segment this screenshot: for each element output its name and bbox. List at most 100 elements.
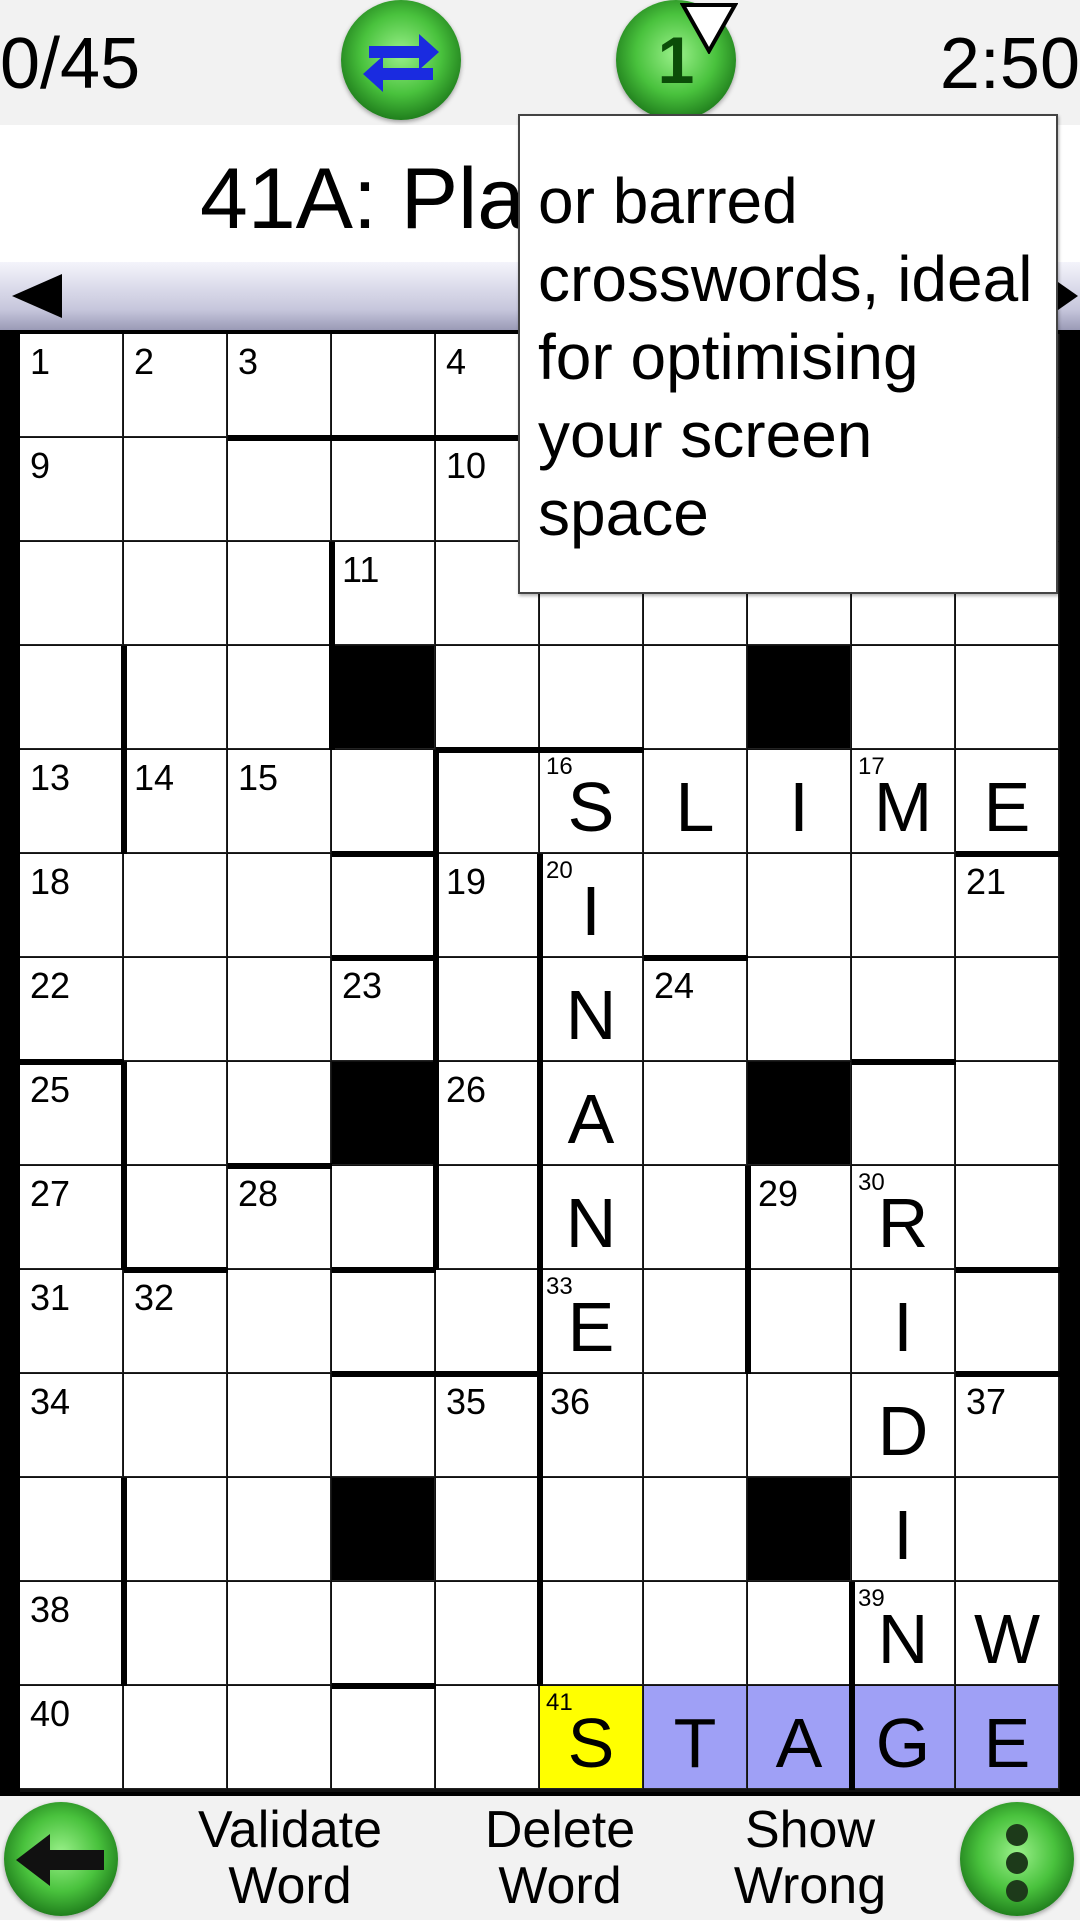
grid-cell[interactable] — [124, 958, 227, 1061]
grid-cell[interactable]: 15 — [228, 750, 331, 853]
grid-cell[interactable]: 9 — [20, 438, 123, 541]
grid-cell[interactable] — [228, 1478, 331, 1581]
show-wrong-button[interactable]: Show Wrong — [705, 1802, 915, 1914]
grid-cell[interactable] — [644, 1270, 747, 1373]
grid-cell[interactable] — [228, 1686, 331, 1789]
grid-cell[interactable] — [644, 1582, 747, 1685]
grid-cell[interactable] — [956, 646, 1059, 749]
grid-cell[interactable]: 38 — [20, 1582, 123, 1685]
grid-cell[interactable] — [748, 854, 851, 957]
grid-cell[interactable]: 25 — [20, 1062, 123, 1165]
grid-cell[interactable] — [540, 1582, 643, 1685]
grid-cell[interactable] — [540, 1478, 643, 1581]
grid-cell[interactable] — [124, 1374, 227, 1477]
grid-cell[interactable]: I — [852, 1270, 955, 1373]
grid-cell[interactable]: A — [540, 1062, 643, 1165]
grid-cell[interactable]: I — [852, 1478, 955, 1581]
grid-cell[interactable] — [644, 646, 747, 749]
grid-cell[interactable] — [644, 1478, 747, 1581]
grid-cell[interactable] — [332, 750, 435, 853]
grid-cell[interactable]: 35 — [436, 1374, 539, 1477]
grid-cell[interactable] — [644, 854, 747, 957]
grid-cell[interactable]: W — [956, 1582, 1059, 1685]
delete-word-button[interactable]: Delete Word — [460, 1802, 660, 1914]
grid-cell[interactable]: D — [852, 1374, 955, 1477]
grid-cell[interactable]: 33 E — [540, 1270, 643, 1373]
grid-cell[interactable]: L — [644, 750, 747, 853]
grid-cell[interactable]: 14 — [124, 750, 227, 853]
grid-cell[interactable] — [436, 1582, 539, 1685]
grid-cell[interactable] — [124, 1582, 227, 1685]
grid-cell[interactable] — [124, 1686, 227, 1789]
grid-cell[interactable] — [956, 1478, 1059, 1581]
grid-cell[interactable] — [124, 542, 227, 645]
grid-cell[interactable] — [436, 1478, 539, 1581]
grid-cell[interactable] — [852, 646, 955, 749]
grid-cell[interactable]: 17 M — [852, 750, 955, 853]
grid-cell[interactable] — [748, 1582, 851, 1685]
grid-cell[interactable] — [228, 854, 331, 957]
grid-cell[interactable] — [852, 958, 955, 1061]
grid-cell[interactable]: 27 — [20, 1166, 123, 1269]
grid-cell[interactable] — [748, 958, 851, 1061]
grid-cell[interactable]: T — [644, 1686, 747, 1789]
grid-cell[interactable]: 31 — [20, 1270, 123, 1373]
grid-cell[interactable] — [436, 1686, 539, 1789]
grid-cell[interactable] — [332, 854, 435, 957]
grid-cell[interactable]: G — [852, 1686, 955, 1789]
grid-cell[interactable] — [124, 854, 227, 957]
grid-cell[interactable] — [748, 1374, 851, 1477]
grid-cell[interactable] — [956, 1270, 1059, 1373]
grid-cell[interactable]: 28 — [228, 1166, 331, 1269]
grid-cell[interactable] — [332, 1374, 435, 1477]
grid-cell[interactable] — [332, 1166, 435, 1269]
previous-clue-arrow-icon[interactable] — [10, 272, 66, 320]
grid-cell[interactable]: 3 — [228, 334, 331, 437]
grid-cell[interactable] — [436, 1166, 539, 1269]
grid-cell[interactable]: N — [540, 1166, 643, 1269]
grid-cell[interactable] — [124, 646, 227, 749]
grid-cell[interactable]: 2 — [124, 334, 227, 437]
grid-cell[interactable] — [540, 646, 643, 749]
grid-cell[interactable] — [956, 1062, 1059, 1165]
grid-cell[interactable] — [332, 334, 435, 437]
grid-cell[interactable] — [228, 1270, 331, 1373]
grid-cell[interactable]: 16 S — [540, 750, 643, 853]
grid-cell[interactable]: 39 N — [852, 1582, 955, 1685]
grid-cell[interactable]: 40 — [20, 1686, 123, 1789]
grid-cell[interactable] — [124, 1062, 227, 1165]
grid-cell[interactable]: 22 — [20, 958, 123, 1061]
grid-cell[interactable]: 18 — [20, 854, 123, 957]
grid-cell[interactable] — [228, 438, 331, 541]
grid-cell[interactable] — [124, 438, 227, 541]
grid-cell[interactable]: 19 — [436, 854, 539, 957]
validate-word-button[interactable]: Validate Word — [180, 1802, 400, 1914]
grid-cell[interactable] — [228, 1582, 331, 1685]
grid-cell[interactable] — [124, 1478, 227, 1581]
grid-cell[interactable]: 26 — [436, 1062, 539, 1165]
grid-cell[interactable]: 30 R — [852, 1166, 955, 1269]
grid-cell[interactable]: 1 — [20, 334, 123, 437]
grid-cell[interactable]: N — [540, 958, 643, 1061]
grid-cell[interactable]: 23 — [332, 958, 435, 1061]
grid-cell[interactable] — [20, 1478, 123, 1581]
back-button[interactable] — [4, 1802, 118, 1916]
grid-cell[interactable] — [228, 542, 331, 645]
grid-cell[interactable]: E — [956, 1686, 1059, 1789]
grid-cell[interactable] — [228, 1374, 331, 1477]
grid-cell[interactable]: 24 — [644, 958, 747, 1061]
grid-cell[interactable]: 20 I — [540, 854, 643, 957]
grid-cell[interactable]: 21 — [956, 854, 1059, 957]
grid-cell[interactable]: 36 — [540, 1374, 643, 1477]
grid-cell[interactable]: 34 — [20, 1374, 123, 1477]
tip-popup[interactable]: or barred crosswords, ideal for optimisi… — [518, 114, 1058, 594]
grid-cell[interactable] — [228, 646, 331, 749]
grid-cell[interactable] — [332, 438, 435, 541]
grid-cell[interactable] — [228, 958, 331, 1061]
grid-cell[interactable] — [332, 1582, 435, 1685]
grid-cell[interactable] — [436, 750, 539, 853]
grid-cell[interactable] — [332, 1270, 435, 1373]
menu-button[interactable] — [960, 1802, 1074, 1916]
grid-cell[interactable]: 32 — [124, 1270, 227, 1373]
grid-cell[interactable]: A — [748, 1686, 851, 1789]
